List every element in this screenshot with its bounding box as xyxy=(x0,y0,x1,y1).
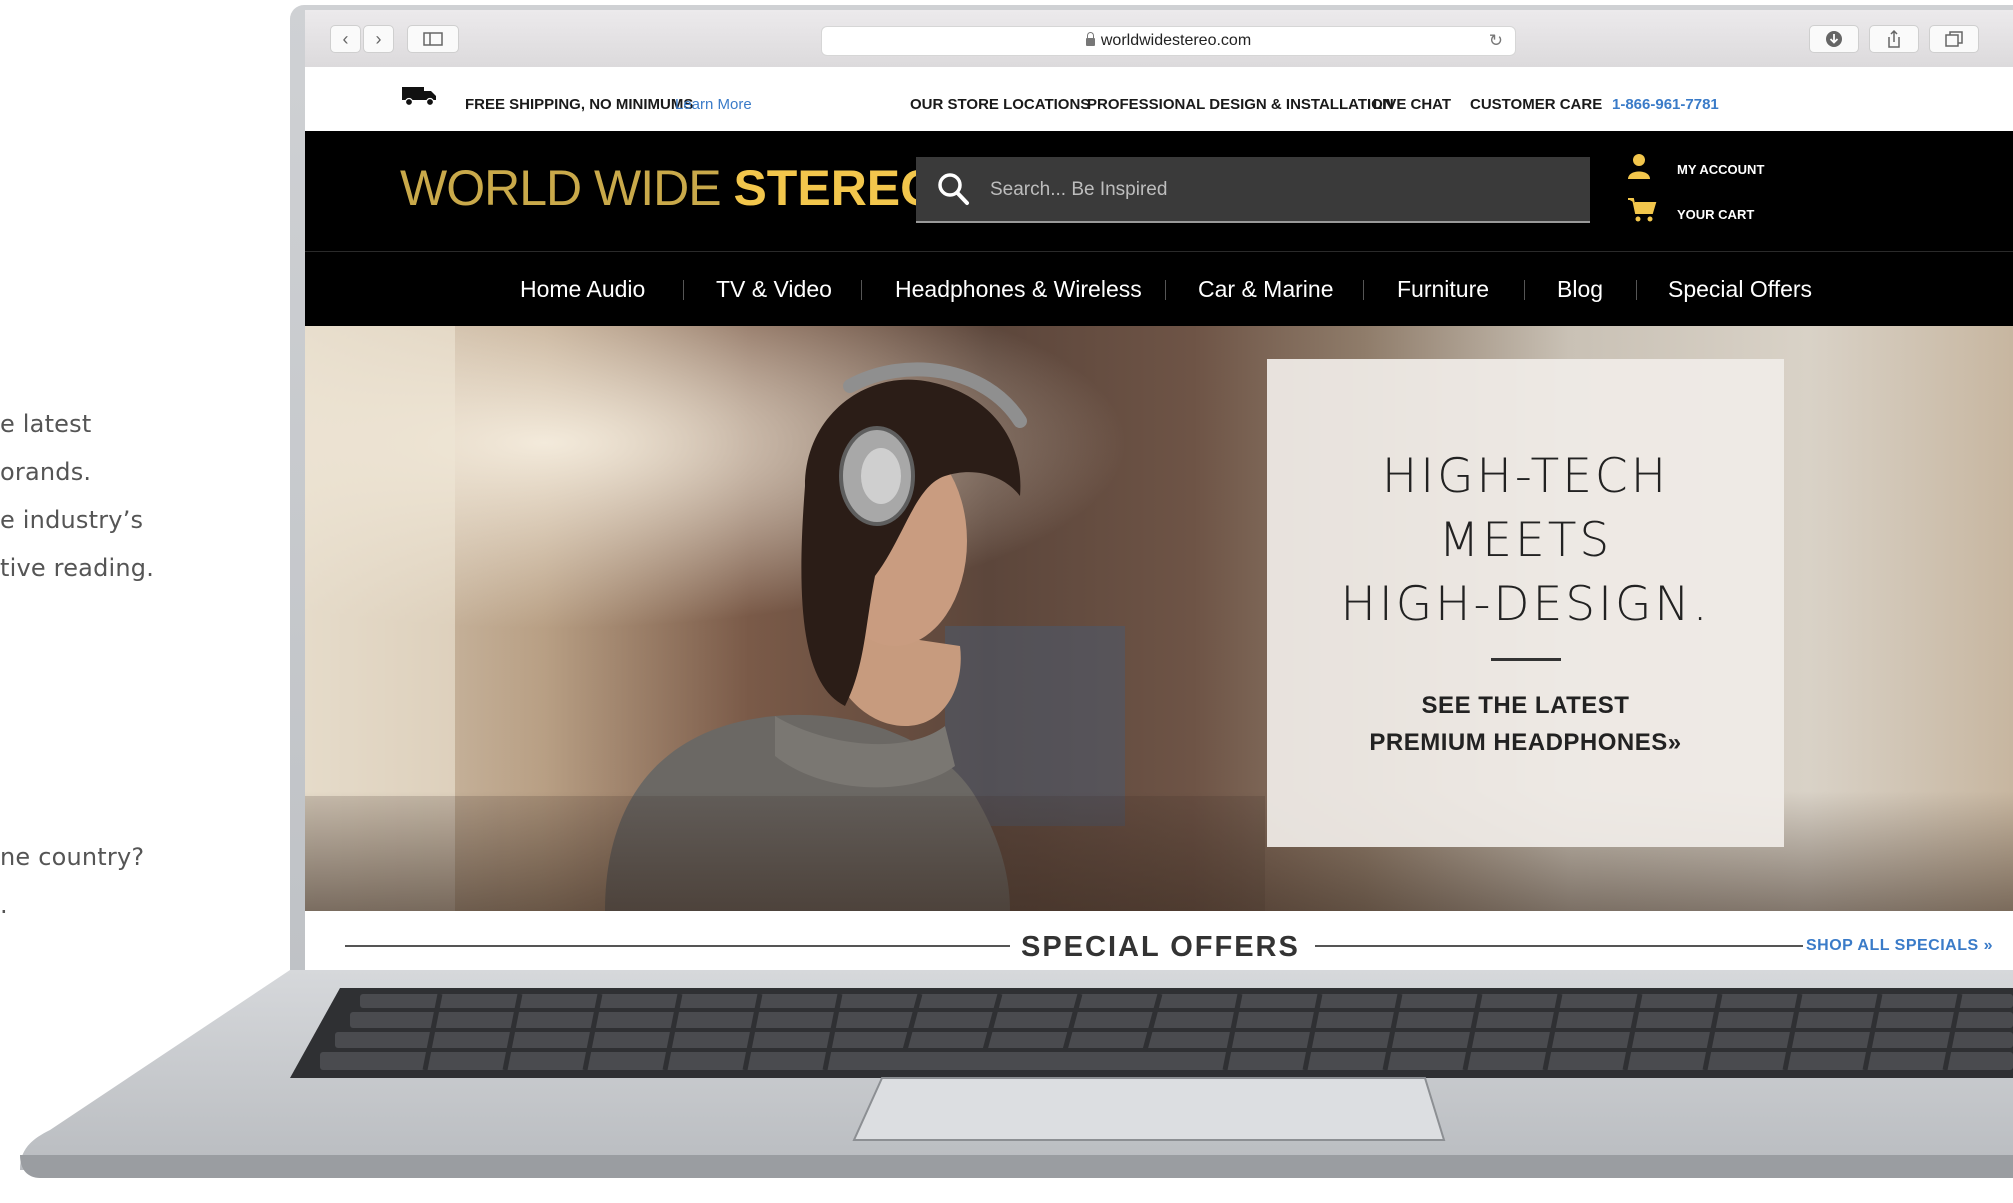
search-box xyxy=(916,157,1590,223)
side-copy-line: orands. xyxy=(0,458,92,486)
user-icon xyxy=(1628,154,1650,179)
side-copy-line: e industry’s xyxy=(0,506,144,534)
store-locations-link[interactable]: OUR STORE LOCATIONS xyxy=(910,97,1090,113)
search-input[interactable] xyxy=(988,171,1552,209)
promo-headline-line: HIGH-TECH xyxy=(1381,449,1670,504)
logo-bold-text: STEREO xyxy=(733,160,940,216)
my-account-label: MY ACCOUNT xyxy=(1677,162,1765,177)
laptop-screen: ‹ › worldwidestereo.com ↻ FREE SHIPPING,… xyxy=(305,10,2013,970)
downloads-button[interactable] xyxy=(1809,25,1859,53)
sidebar-icon xyxy=(423,32,443,46)
nav-item-home-audio[interactable]: Home Audio xyxy=(520,276,645,303)
divider-line xyxy=(345,945,1010,947)
nav-item-blog[interactable]: Blog xyxy=(1557,276,1603,303)
live-chat-link[interactable]: LIVE CHAT xyxy=(1373,97,1451,113)
nav-item-car-marine[interactable]: Car & Marine xyxy=(1198,276,1333,303)
promo-headline-line: MEETS xyxy=(1438,513,1613,568)
download-icon xyxy=(1826,31,1842,47)
nav-divider xyxy=(683,280,684,300)
share-button[interactable] xyxy=(1869,25,1919,53)
phone-link[interactable]: 1-866-961-7781 xyxy=(1612,97,1719,113)
tabs-icon xyxy=(1945,31,1963,47)
cart-icon xyxy=(1628,198,1657,222)
promo-card[interactable]: HIGH-TECH MEETS HIGH-DESIGN. SEE THE LAT… xyxy=(1267,359,1784,847)
site-logo[interactable]: WORLD WIDE STEREO xyxy=(400,159,939,217)
nav-divider xyxy=(1636,280,1637,300)
shop-all-specials-link[interactable]: SHOP ALL SPECIALS » xyxy=(1806,937,1993,955)
back-button[interactable]: ‹ xyxy=(330,25,361,53)
customer-care-link[interactable]: CUSTOMER CARE xyxy=(1470,97,1602,113)
url-text: worldwidestereo.com xyxy=(1100,32,1252,49)
promo-cta-line: SEE THE LATEST xyxy=(1421,692,1630,719)
my-account-link[interactable]: MY ACCOUNT xyxy=(1628,154,1765,179)
side-copy-line: tive reading. xyxy=(0,554,155,582)
nav-item-headphones-wireless[interactable]: Headphones & Wireless xyxy=(895,276,1142,303)
design-installation-link[interactable]: PROFESSIONAL DESIGN & INSTALLATION xyxy=(1087,97,1394,113)
chevron-left-icon: ‹ xyxy=(342,28,349,49)
free-shipping-text: FREE SHIPPING, NO MINIMUMS xyxy=(465,96,694,113)
share-icon xyxy=(1888,29,1900,48)
your-cart-label: YOUR CART xyxy=(1677,207,1755,222)
promo-cta-link[interactable]: SEE THE LATEST PREMIUM HEADPHONES» xyxy=(1267,687,1784,761)
your-cart-link[interactable]: YOUR CART xyxy=(1628,198,1755,222)
logo-light-text: WORLD WIDE xyxy=(400,160,722,216)
chevron-right-icon: › xyxy=(375,28,382,49)
side-copy-line: ne country? xyxy=(0,843,145,871)
laptop-base xyxy=(20,970,2013,1178)
special-offers-title: SPECIAL OFFERS xyxy=(1021,931,1300,963)
nav-item-special-offers[interactable]: Special Offers xyxy=(1668,276,1812,303)
main-nav: Home Audio TV & Video Headphones & Wirel… xyxy=(305,251,2013,327)
utility-bar: FREE SHIPPING, NO MINIMUMS Learn More OU… xyxy=(305,67,2013,131)
site-header: WORLD WIDE STEREO MY ACCOUNT YOUR CART xyxy=(305,131,2013,251)
side-copy-line: . xyxy=(0,891,8,919)
promo-headline-line: HIGH-DESIGN. xyxy=(1340,577,1711,632)
nav-divider xyxy=(861,280,862,300)
lock-icon xyxy=(1085,32,1095,46)
tabs-button[interactable] xyxy=(1929,25,1979,53)
forward-button[interactable]: › xyxy=(363,25,394,53)
promo-headline: HIGH-TECH MEETS HIGH-DESIGN. xyxy=(1267,445,1784,637)
promo-cta-line: PREMIUM HEADPHONES» xyxy=(1369,729,1682,756)
nav-divider xyxy=(1165,280,1166,300)
nav-item-furniture[interactable]: Furniture xyxy=(1397,276,1489,303)
special-offers-section: SPECIAL OFFERS SHOP ALL SPECIALS » xyxy=(305,911,2013,970)
browser-toolbar: ‹ › worldwidestereo.com ↻ xyxy=(305,10,2013,68)
truck-icon xyxy=(402,87,436,107)
sidebar-toggle-button[interactable] xyxy=(407,25,459,53)
promo-divider xyxy=(1491,658,1561,661)
nav-divider xyxy=(1363,280,1364,300)
divider-line xyxy=(1315,945,1803,947)
address-bar[interactable]: worldwidestereo.com ↻ xyxy=(821,26,1516,56)
hero-banner[interactable]: HIGH-TECH MEETS HIGH-DESIGN. SEE THE LAT… xyxy=(305,326,2013,911)
nav-item-tv-video[interactable]: TV & Video xyxy=(716,276,832,303)
side-copy-line: e latest xyxy=(0,410,92,438)
learn-more-link[interactable]: Learn More xyxy=(675,97,752,113)
reload-icon[interactable]: ↻ xyxy=(1489,31,1503,51)
nav-divider xyxy=(1524,280,1525,300)
search-icon[interactable] xyxy=(936,171,970,207)
